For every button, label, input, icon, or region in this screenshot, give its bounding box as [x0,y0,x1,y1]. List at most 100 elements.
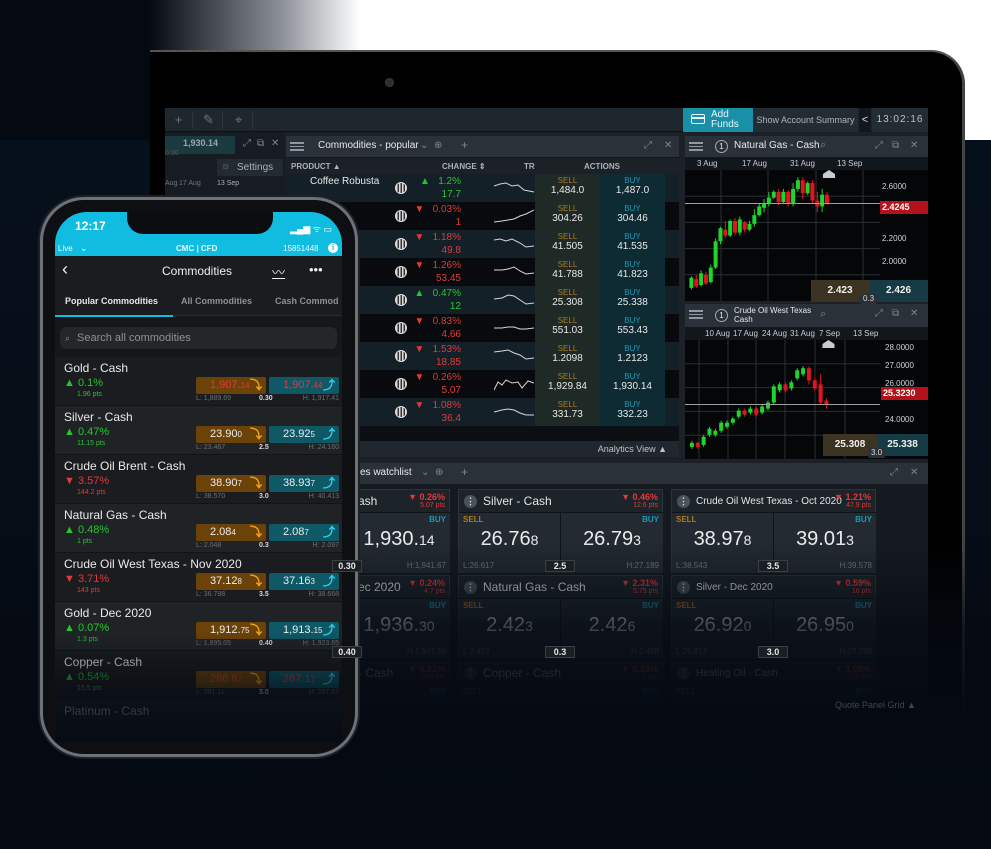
column-change[interactable]: CHANGE ⇕ [442,162,486,171]
list-item[interactable]: Crude Oil West Texas - Nov 2020 ▼ 3.71% … [55,553,342,602]
menu-icon[interactable] [689,308,703,322]
buy-button[interactable]: BUY 25.338 [600,286,665,314]
buy-button[interactable]: 37.163 ⤴ [269,573,339,590]
tile-sell-button[interactable]: SELL [672,684,774,720]
tile-buy-button[interactable]: BUY 2.426 H:2.498 [561,598,663,659]
expand-icon[interactable]: ⤢ [875,140,883,151]
close-icon[interactable]: ✕ [910,308,918,319]
sell-button[interactable]: 38.907 ⤵ [196,475,266,492]
buy-button[interactable]: BUY 41.535 [600,230,665,258]
panel-title[interactable]: ties watchlist [355,467,412,478]
edit-layout-icon[interactable]: ✎ [195,111,223,129]
list-item[interactable]: Natural Gas - Cash ▲ 0.48% 1 pts 2.084 ⤵ … [55,504,342,553]
sell-button[interactable]: SELL 1.2098 [535,342,600,370]
info-menu-icon[interactable]: ⋮ [677,495,690,508]
buy-button[interactable]: BUY 1.2123 [600,342,665,370]
buy-button[interactable]: 38.937 ⤴ [269,475,339,492]
tab-cash-commodities[interactable]: Cash Commod [275,296,339,306]
popout-icon[interactable]: ⧉ [892,140,899,151]
product-name[interactable]: Coffee Robusta [310,176,379,187]
chevron-down-icon[interactable]: ⌄ [421,467,429,478]
column-product[interactable]: PRODUCT ▲ [291,162,341,171]
settings-button[interactable]: Settings [237,162,273,173]
link-index-badge[interactable]: 1 [715,309,728,322]
info-icon[interactable]: i [328,243,338,253]
add-tab-icon[interactable]: + [461,138,468,152]
sell-button[interactable]: 23.900 ⤵ [196,426,266,443]
close-icon[interactable]: ✕ [910,140,918,151]
tile-buy-button[interactable]: BUY [561,684,663,720]
tile-buy-button[interactable]: BUY 26.950 H:27.398 [774,598,876,659]
add-funds-button[interactable]: Add Funds [683,108,753,132]
collapse-chevron-icon[interactable]: < [859,108,871,132]
sell-button[interactable]: SELL 41.788 [535,258,600,286]
buy-button[interactable]: BUY 1,930.14 [600,370,665,398]
buy-button[interactable]: BUY 1,487.0 [600,174,665,202]
sell-button[interactable]: 1,907.14 ⤵ [196,377,266,394]
add-tab-icon[interactable]: + [461,465,468,479]
expand-icon[interactable]: ⤢ [644,140,652,151]
buy-button[interactable]: 23.925 ⤴ [269,426,339,443]
expand-icon[interactable]: ⤢ [243,138,251,149]
info-menu-icon[interactable]: ⋮ [464,667,477,680]
zoom-search-icon[interactable]: ⊕ [434,140,442,151]
sell-button[interactable]: SELL 304.26 [535,202,600,230]
chevron-down-icon[interactable]: ⌄ [420,140,428,151]
tile-product-name[interactable]: ash [358,494,377,508]
tile-product-name[interactable]: ec 2020 [358,580,401,594]
buy-button[interactable]: 1,907.44 ⤴ [269,377,339,394]
link-index-badge[interactable]: 1 [715,140,728,153]
search-icon[interactable]: ⌕ [820,308,826,321]
sell-button[interactable]: SELL 41.505 [535,230,600,258]
close-icon[interactable]: ✕ [271,138,279,149]
tile-product-name[interactable]: Heating Oil - Cash [696,668,778,679]
info-menu-icon[interactable]: ⋮ [677,667,690,680]
tile-product-name[interactable]: Copper - Cash [483,666,561,680]
sell-button[interactable]: 2.084 ⤵ [196,524,266,541]
buy-button[interactable]: 2.087 ⤴ [269,524,339,541]
search-input[interactable]: ⌕ Search all commodities [60,327,337,349]
settings-gear-icon[interactable]: ☼ [221,161,230,172]
show-account-summary-button[interactable]: Show Account Summary [753,108,858,132]
tile-buy-button[interactable]: BUY [348,684,450,720]
chart-buy-price[interactable]: 2.426 [869,280,928,302]
info-menu-icon[interactable]: ⋮ [464,495,477,508]
buy-button[interactable]: BUY 41.823 [600,258,665,286]
tile-buy-button[interactable]: BUY 26.793 H:27.189 [561,512,663,573]
sell-button[interactable]: SELL 1,929.84 [535,370,600,398]
info-menu-icon[interactable]: ⋮ [677,581,690,594]
buy-button[interactable]: BUY 332.23 [600,398,665,426]
tile-product-name[interactable]: Silver - Cash [483,494,552,508]
chevron-down-icon[interactable]: ⌄ [80,243,88,254]
scroll-marker-icon[interactable] [822,340,835,348]
buy-button[interactable]: BUY 553.43 [600,314,665,342]
close-icon[interactable]: ✕ [664,140,672,151]
close-icon[interactable]: ✕ [910,467,918,478]
buy-button[interactable]: BUY 304.46 [600,202,665,230]
tile-product-name[interactable]: Crude Oil West Texas - Oct 2020 [696,496,842,507]
tile-sell-button[interactable]: SELL [459,684,561,720]
sell-button[interactable]: SELL 1,484.0 [535,174,600,202]
panel-title[interactable]: Commodities - popular [318,140,419,151]
menu-icon[interactable] [689,140,703,154]
zoom-search-icon[interactable]: ⊕ [435,467,443,478]
popout-icon[interactable]: ⧉ [892,308,899,319]
menu-icon[interactable] [290,140,304,154]
tile-buy-button[interactable]: BUY 39.013 H:39.578 [774,512,876,573]
chart-icon[interactable]: 〰 [272,262,285,281]
scroll-marker-icon[interactable] [822,170,835,178]
tab-popular-commodities[interactable]: Popular Commodities [65,296,158,306]
tile-buy-button[interactable]: BUY 1,936.30 H:1,947.60 [348,598,450,659]
list-item[interactable]: Crude Oil Brent - Cash ▼ 3.57% 144.2 pts… [55,455,342,504]
quote-panel-grid-toggle[interactable]: Quote Panel Grid ▲ [835,700,916,710]
table-row[interactable]: Coffee Robusta ▲ 1.2% 17.7 SELL 1,484.0 … [286,174,679,202]
sell-button[interactable]: SELL 331.73 [535,398,600,426]
sell-button[interactable]: SELL 551.03 [535,314,600,342]
tile-buy-button[interactable]: BUY 1,930.14 H:1,941.67 [348,512,450,573]
sell-button[interactable]: SELL 25.308 [535,286,600,314]
back-arrow-icon[interactable]: ‹ [62,259,68,280]
tile-product-name[interactable]: - Cash [358,666,393,680]
expand-icon[interactable]: ⤢ [875,308,883,319]
expand-icon[interactable]: ⤢ [890,467,898,478]
more-options-icon[interactable]: ••• [309,262,323,277]
